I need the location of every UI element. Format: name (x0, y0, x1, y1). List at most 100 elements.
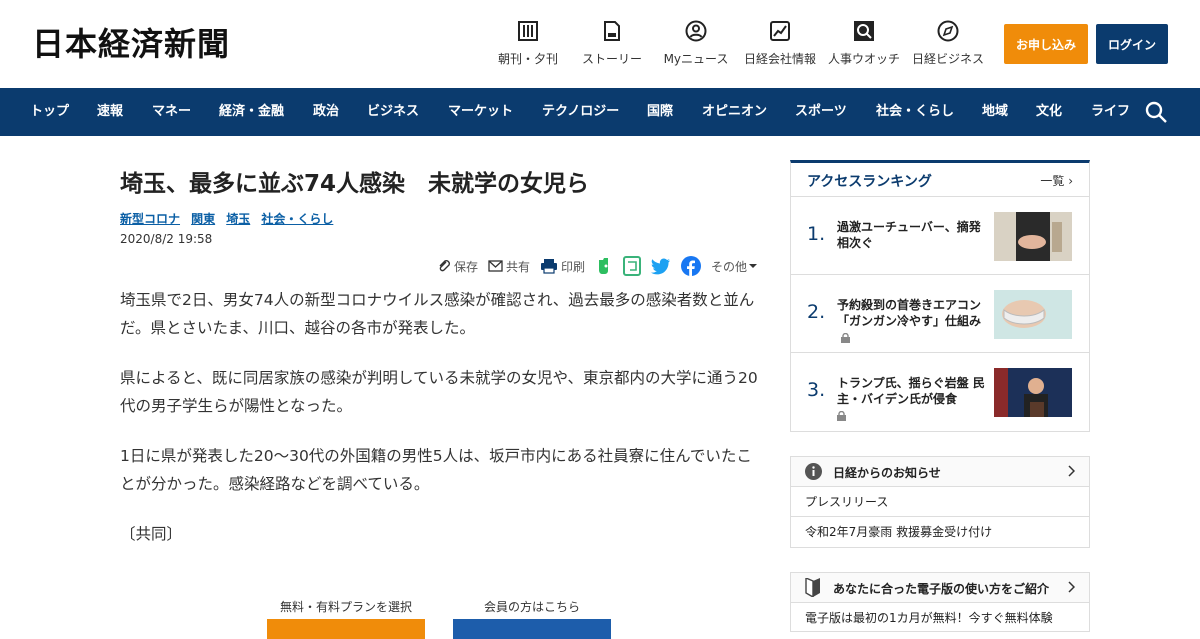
nav-item-region[interactable]: 地域 (982, 88, 1008, 136)
apply-button[interactable]: お申し込み (1004, 24, 1088, 64)
paperclip-icon (439, 260, 450, 272)
guide-link[interactable]: 電子版は最初の1カ月が無料！今すぐ無料体験 (791, 603, 1089, 633)
info-icon (805, 463, 822, 480)
header-nav-label: ストーリー (581, 52, 642, 66)
header-nav-personnel[interactable]: 人事ウオッチ (819, 20, 909, 67)
notice-link[interactable]: 令和2年7月豪雨 救援募金受け付け (791, 517, 1089, 547)
beginner-mark-icon (805, 578, 820, 597)
newspaper-icon (518, 21, 538, 41)
tag-link[interactable]: 社会・くらし (261, 212, 333, 226)
article-credit: 〔共同〕 (120, 525, 183, 543)
lock-icon (841, 332, 850, 343)
member-login-label: 会員の方はこちら (484, 600, 581, 614)
nav-item-technology[interactable]: テクノロジー (542, 88, 619, 136)
header-nav-label: 朝刊・夕刊 (497, 52, 558, 66)
nav-item-economy[interactable]: 経済・金融 (219, 88, 284, 136)
nav-item-breaking[interactable]: 速報 (97, 88, 123, 136)
header-nav-edition[interactable]: 朝刊・夕刊 (483, 20, 573, 67)
lock-icon (837, 410, 846, 421)
save-button[interactable]: 保存 (437, 258, 478, 275)
nav-item-market[interactable]: マーケット (448, 88, 513, 136)
header-nav-company[interactable]: 日経会社情報 (735, 20, 825, 67)
share-toolbar: 保存 共有 印刷 その他 (420, 254, 760, 278)
header-nav-label: 人事ウオッチ (827, 52, 900, 66)
printer-icon (540, 259, 557, 274)
mail-icon (488, 260, 503, 272)
article-paragraph: 埼玉県で2日、男女74人の新型コロナウイルス感染が確認され、過去最多の感染者数と… (120, 291, 755, 337)
nav-item-opinion[interactable]: オピニオン (702, 88, 767, 136)
ranking-headline: トランプ氏、揺らぐ岩盤 民主・バイデン氏が侵食 (837, 375, 987, 423)
nav-item-top[interactable]: トップ (30, 88, 69, 136)
user-icon (685, 20, 707, 42)
nav-item-life[interactable]: ライフ (1091, 88, 1130, 136)
guide-header[interactable]: あなたに合った電子版の使い方をご紹介 (791, 573, 1089, 603)
memo-icon[interactable] (622, 256, 641, 276)
ranking-item[interactable]: 1. 過激ユーチューバー、摘発相次ぐ (791, 197, 1089, 275)
nav-item-society[interactable]: 社会・くらし (876, 88, 954, 136)
ranking-number: 2. (807, 301, 826, 323)
facebook-icon[interactable] (680, 256, 701, 276)
twitter-icon[interactable] (650, 257, 671, 275)
header-nav-business[interactable]: 日経ビジネス (903, 20, 993, 67)
tag-link[interactable]: 埼玉 (226, 212, 250, 226)
nav-item-culture[interactable]: 文化 (1036, 88, 1062, 136)
caret-down-icon (749, 264, 757, 268)
header-nav-story[interactable]: ストーリー (567, 20, 657, 67)
compass-icon (937, 20, 959, 42)
ranking-item[interactable]: 2. 予約殺到の首巻きエアコン 「ガンガン冷やす」仕組み (791, 275, 1089, 353)
subscribe-cta: 無料・有料プランを選択 会員の方はこちら (120, 598, 760, 639)
access-ranking: アクセスランキング 一覧 › 1. 過激ユーチューバー、摘発相次ぐ 2. 予約殺… (790, 160, 1090, 432)
plan-select-label: 無料・有料プランを選択 (280, 600, 413, 614)
nikkei-notice: 日経からのお知らせ プレスリリース 令和2年7月豪雨 救援募金受け付け (790, 456, 1090, 548)
chevron-right-icon (1068, 465, 1075, 477)
ranking-thumbnail (994, 212, 1072, 261)
ranking-header: アクセスランキング 一覧 › (791, 163, 1089, 197)
tag-link[interactable]: 関東 (191, 212, 215, 226)
print-button[interactable]: 印刷 (540, 258, 585, 275)
header-nav-mynews[interactable]: Myニュース (651, 20, 741, 67)
header-nav-label: 日経ビジネス (911, 52, 984, 66)
notice-title: 日経からのお知らせ (833, 466, 941, 480)
ranking-headline-text: 予約殺到の首巻きエアコン 「ガンガン冷やす」仕組み (837, 298, 982, 328)
header-nav-label: Myニュース (663, 52, 729, 66)
nav-item-money[interactable]: マネー (152, 88, 191, 136)
nav-item-international[interactable]: 国際 (647, 88, 673, 136)
nav-item-business[interactable]: ビジネス (367, 88, 419, 136)
ranking-more-label: 一覧 (1040, 174, 1065, 188)
ranking-headline: 過激ユーチューバー、摘発相次ぐ (837, 220, 981, 250)
search-icon[interactable] (1144, 100, 1168, 124)
nikkei-logo[interactable]: 日本経済新聞 (32, 24, 230, 64)
plan-select-button[interactable] (267, 619, 425, 639)
ranking-item[interactable]: 3. トランプ氏、揺らぐ岩盤 民主・バイデン氏が侵食 (791, 353, 1089, 431)
ranking-more-link[interactable]: 一覧 › (1040, 172, 1073, 189)
nav-item-politics[interactable]: 政治 (313, 88, 339, 136)
save-label: 保存 (453, 259, 478, 274)
login-button[interactable]: ログイン (1096, 24, 1168, 64)
evernote-icon[interactable] (595, 257, 613, 275)
share-button[interactable]: 共有 (488, 258, 530, 275)
article-title: 埼玉、最多に並ぶ74人感染 未就学の女児ら (120, 171, 590, 197)
print-label: 印刷 (560, 259, 585, 274)
ranking-headline: 予約殺到の首巻きエアコン 「ガンガン冷やす」仕組み (837, 297, 987, 345)
notice-header[interactable]: 日経からのお知らせ (791, 457, 1089, 487)
nav-item-sports[interactable]: スポーツ (795, 88, 847, 136)
more-share-dropdown[interactable]: その他 (711, 258, 760, 275)
ranking-number: 3. (807, 379, 826, 401)
guide-title: あなたに合った電子版の使い方をご紹介 (833, 582, 1050, 596)
chevron-right-icon (1068, 581, 1075, 593)
share-label: 共有 (505, 259, 530, 274)
ranking-title: アクセスランキング (807, 174, 932, 190)
category-navbar: トップ 速報 マネー 経済・金融 政治 ビジネス マーケット テクノロジー 国際… (0, 88, 1200, 136)
document-icon (604, 21, 620, 41)
chevron-right-icon: › (1068, 174, 1073, 188)
tag-link[interactable]: 新型コロナ (120, 212, 180, 226)
notice-link[interactable]: プレスリリース (791, 487, 1089, 517)
digital-guide: あなたに合った電子版の使い方をご紹介 電子版は最初の1カ月が無料！今すぐ無料体験 (790, 572, 1090, 632)
ranking-thumbnail (994, 290, 1072, 339)
ranking-thumbnail (994, 368, 1072, 417)
more-share-label: その他 (710, 259, 747, 274)
member-login-button[interactable] (453, 619, 611, 639)
article-body: 埼玉県で2日、男女74人の新型コロナウイルス感染が確認され、過去最多の感染者数と… (120, 286, 760, 570)
article-tags: 新型コロナ 関東 埼玉 社会・くらし (120, 208, 760, 228)
header-nav-label: 日経会社情報 (743, 52, 816, 66)
